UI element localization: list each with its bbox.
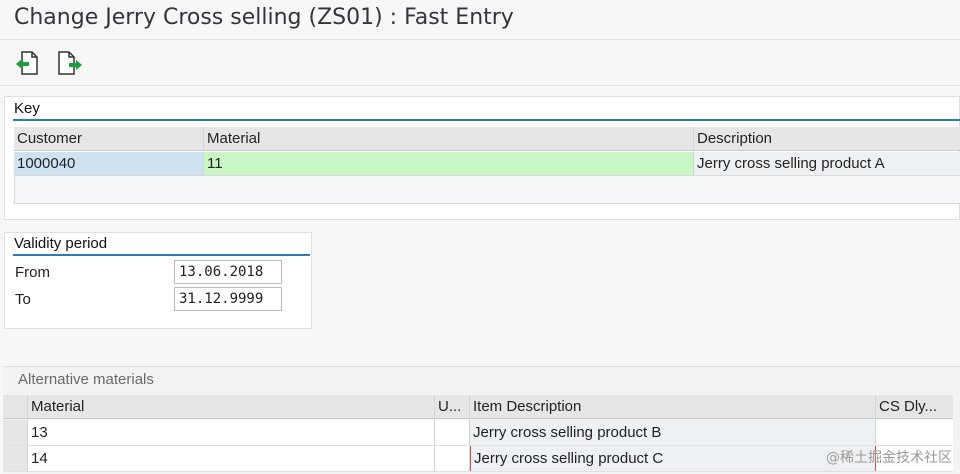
key-grid-row: 1000040 11 Jerry cross selling product A <box>14 152 960 175</box>
column-header-material[interactable]: Material <box>204 127 694 150</box>
alternatives-grid-header: Material U... Item Description CS Dly... <box>3 395 953 419</box>
key-panel: Key Customer Material Description 100004… <box>4 96 960 220</box>
from-label: From <box>15 264 50 281</box>
alt-material-cell[interactable]: 14 <box>28 446 435 471</box>
row-selector[interactable] <box>3 420 28 445</box>
table-row: 13 Jerry cross selling product B <box>3 420 953 446</box>
item-description-cell: Jerry cross selling product B <box>470 420 876 445</box>
column-header-alt-material[interactable]: Material <box>28 395 435 418</box>
column-header-cs-dly[interactable]: CS Dly... <box>876 395 953 418</box>
alt-material-cell[interactable]: 13 <box>28 420 435 445</box>
customer-field[interactable]: 1000040 <box>14 152 204 175</box>
window-title: Change Jerry Cross selling (ZS01) : Fast… <box>14 5 514 30</box>
cs-dly-cell[interactable] <box>876 420 953 445</box>
validity-title-underline <box>13 254 310 256</box>
key-title-underline <box>13 119 960 121</box>
to-date-input[interactable]: 31.12.9999 <box>174 287 282 311</box>
alternative-materials-title: Alternative materials <box>18 371 154 388</box>
validity-panel: Validity period From 13.06.2018 To 31.12… <box>4 232 312 329</box>
column-header-unit[interactable]: U... <box>435 395 470 418</box>
watermark: @稀土掘金技术社区 <box>826 450 952 466</box>
material-field[interactable]: 11 <box>204 152 694 175</box>
table-row: 14 Jerry cross selling product C <box>3 446 953 472</box>
row-selector-header[interactable] <box>3 395 28 418</box>
next-entry-icon[interactable] <box>56 49 84 77</box>
to-label: To <box>15 291 31 308</box>
column-header-item-description[interactable]: Item Description <box>470 395 876 418</box>
prev-entry-icon[interactable] <box>14 49 42 77</box>
column-header-description[interactable]: Description <box>694 127 960 150</box>
unit-cell[interactable] <box>435 446 470 471</box>
description-field: Jerry cross selling product A <box>694 152 960 175</box>
toolbar <box>0 41 960 86</box>
item-description-cell-focused: Jerry cross selling product C <box>470 446 876 471</box>
key-grid-header: Customer Material Description <box>14 127 960 151</box>
unit-cell[interactable] <box>435 420 470 445</box>
row-selector[interactable] <box>3 446 28 471</box>
validity-title: Validity period <box>14 235 108 252</box>
key-title: Key <box>14 100 40 117</box>
title-bar: Change Jerry Cross selling (ZS01) : Fast… <box>0 0 960 40</box>
column-header-customer[interactable]: Customer <box>14 127 204 150</box>
key-grid-empty-row <box>14 175 960 204</box>
from-date-input[interactable]: 13.06.2018 <box>174 260 282 284</box>
